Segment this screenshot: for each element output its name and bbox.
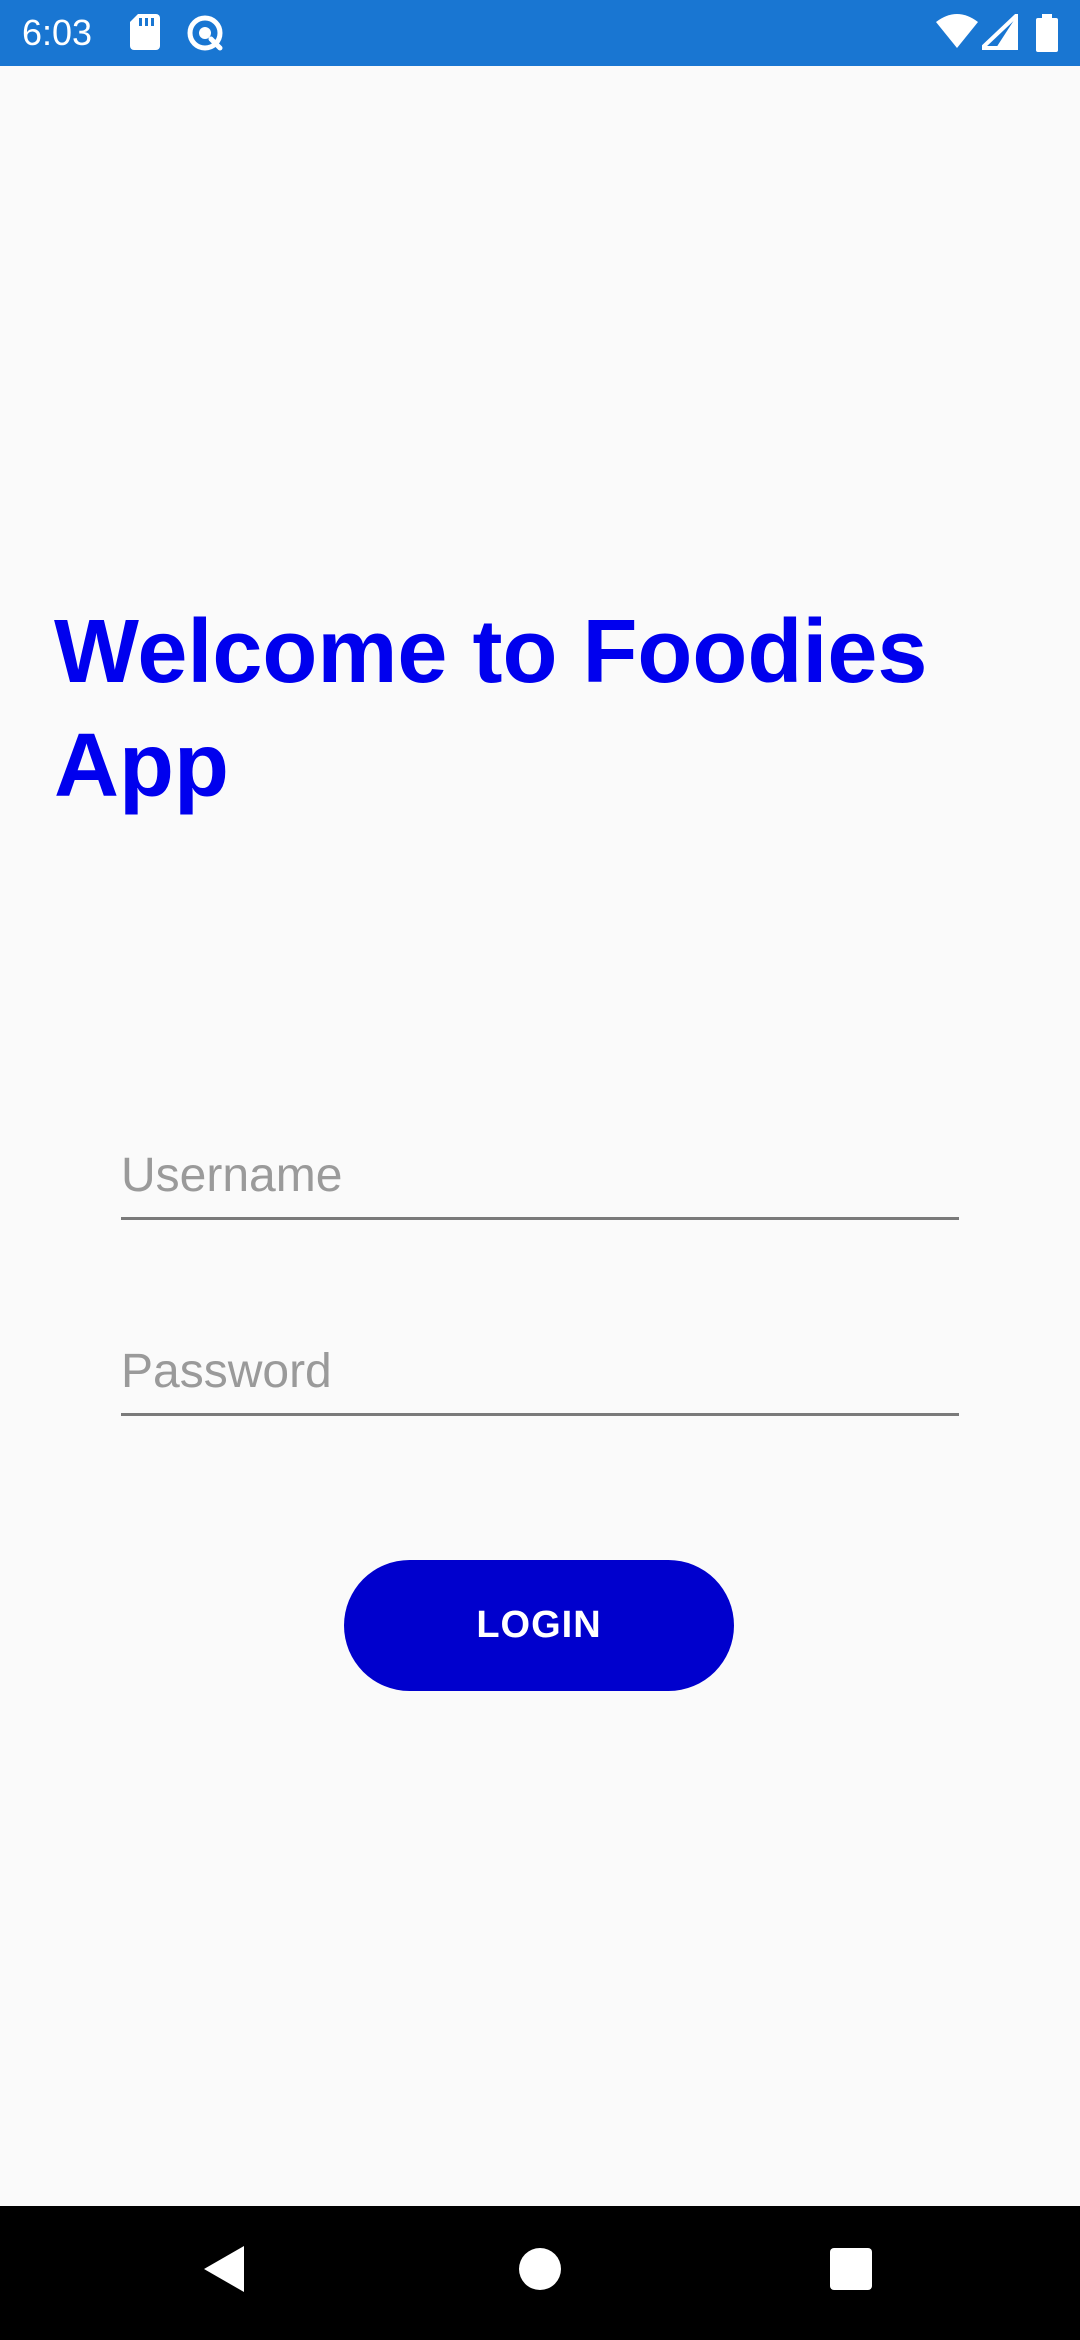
sd-card-icon bbox=[130, 14, 160, 55]
username-input[interactable] bbox=[121, 1148, 959, 1203]
password-input[interactable] bbox=[121, 1344, 959, 1399]
status-time: 6:03 bbox=[22, 12, 93, 53]
wifi-icon bbox=[936, 14, 978, 55]
home-icon[interactable] bbox=[518, 2246, 562, 2297]
page-title: Welcome to Foodies App bbox=[54, 602, 928, 816]
password-field[interactable] bbox=[121, 1323, 959, 1416]
navigation-bar bbox=[0, 2206, 1080, 2340]
status-bar: 6:03 bbox=[0, 0, 1080, 66]
login-button[interactable]: LOGIN bbox=[344, 1560, 734, 1691]
username-field[interactable] bbox=[121, 1127, 959, 1220]
data-saver-icon bbox=[186, 14, 224, 57]
battery-icon bbox=[1036, 14, 1058, 57]
back-icon[interactable] bbox=[204, 2246, 244, 2297]
recents-icon[interactable] bbox=[830, 2246, 872, 2297]
signal-icon bbox=[976, 9, 1020, 55]
